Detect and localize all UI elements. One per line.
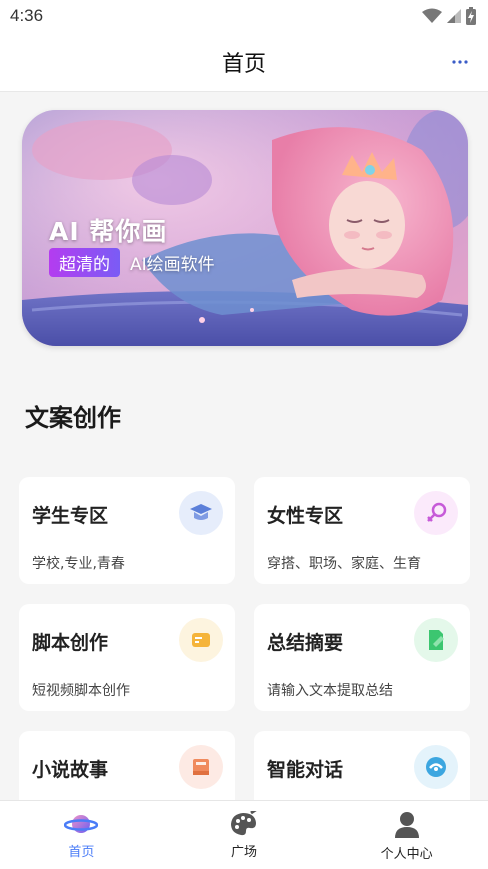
nav-label: 首页 [68,845,95,860]
signal-icon [447,9,461,23]
card-title: 总结摘要 [267,632,344,654]
card-script[interactable]: 脚本创作 短视频脚本创作 [19,604,235,711]
card-female[interactable]: 女性专区 穿搭、职场、家庭、生育 [254,477,470,584]
card-summary[interactable]: 总结摘要 请输入文本提取总结 [254,604,470,711]
graduation-cap-icon [179,491,223,535]
card-student[interactable]: 学生专区 学校,专业,青春 [19,477,235,584]
palette-icon [231,811,257,836]
card-desc: 请输入文本提取总结 [267,683,393,699]
banner-subtitle-row: 超清的 AI绘画软件 [49,248,215,277]
hero-banner[interactable]: AI 帮你画 超清的 AI绘画软件 [22,110,468,346]
nav-label: 个人中心 [380,847,433,862]
status-bar: 4:36 [0,0,488,32]
banner-title: AI 帮你画 [49,217,168,246]
bottom-nav: 首页 广场 个人中心 [0,800,488,869]
script-box-icon [179,618,223,662]
card-desc: 穿搭、职场、家庭、生育 [267,556,421,572]
nav-square[interactable]: 广场 [163,801,326,869]
planet-icon [64,815,99,833]
card-title: 女性专区 [267,505,344,527]
card-desc: 短视频脚本创作 [32,683,130,699]
user-icon [394,812,419,838]
status-icons [422,7,476,25]
female-symbol-icon [414,491,458,535]
nav-home[interactable]: 首页 [0,801,163,869]
more-button[interactable] [446,50,474,74]
card-desc: 学校,专业,青春 [32,556,125,572]
card-title: 脚本创作 [32,632,109,654]
document-summary-icon [414,618,458,662]
app-header: 首页 [0,32,488,92]
status-time: 4:36 [10,6,44,25]
nav-profile[interactable]: 个人中心 [325,801,488,869]
banner-tag: 超清的 [49,248,120,277]
card-title: 小说故事 [32,759,109,781]
more-dots-icon [452,60,468,64]
banner-subtitle: AI绘画软件 [130,255,215,275]
chat-bubble-icon [414,745,458,789]
battery-charging-icon [466,7,476,25]
page-title: 首页 [221,51,266,77]
nav-label: 广场 [231,845,258,860]
card-title: 智能对话 [267,759,344,781]
wifi-icon [422,8,442,23]
section-title: 文案创作 [25,404,121,432]
card-title: 学生专区 [32,505,109,527]
book-icon [179,745,223,789]
